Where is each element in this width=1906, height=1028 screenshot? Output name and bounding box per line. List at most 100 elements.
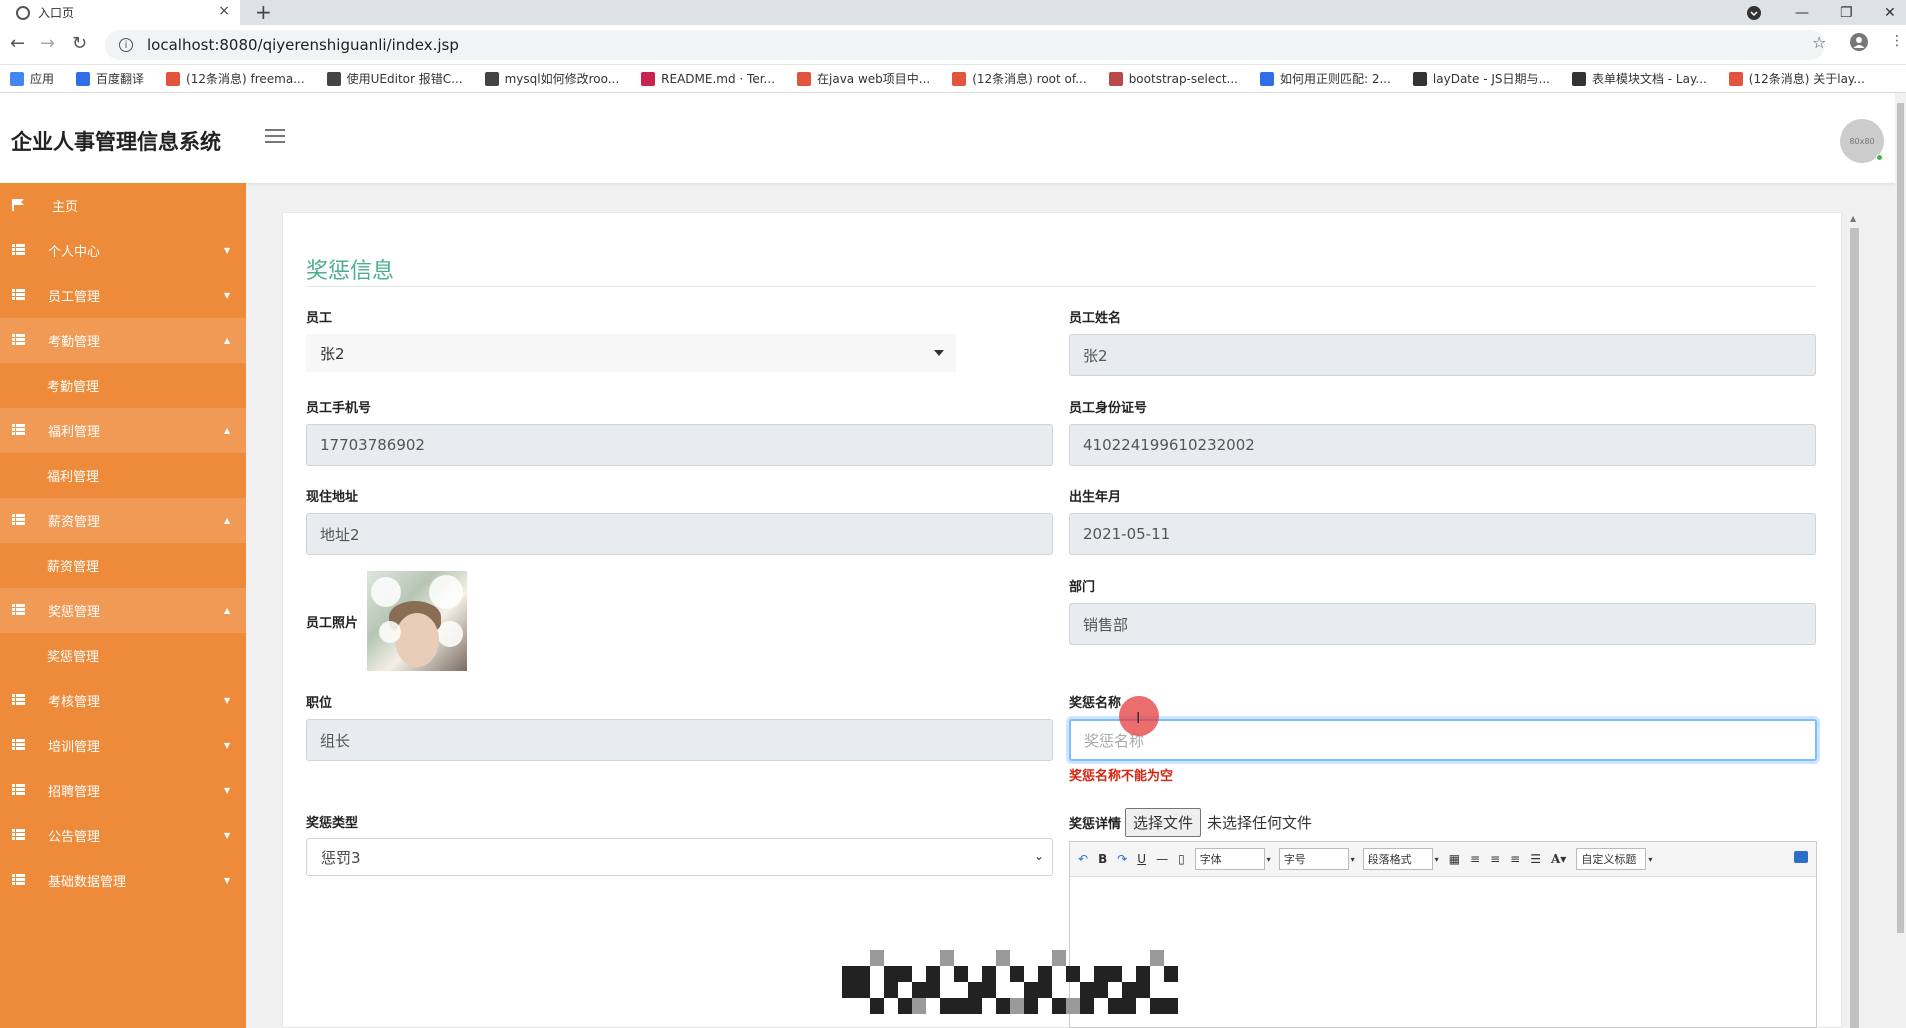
window-scroll-thumb[interactable] (1897, 103, 1904, 933)
phone-field[interactable]: 17703786902 (306, 424, 1053, 466)
chevron-down-icon: ⌄ (1033, 849, 1044, 863)
choose-file-button[interactable]: 选择文件 (1125, 808, 1202, 837)
font-size-select[interactable]: 字号 ▾ (1278, 848, 1355, 870)
bookmark-item[interactable]: (12条消息) freema... (166, 70, 305, 87)
fullscreen-icon[interactable] (1794, 851, 1808, 863)
bookmark-item[interactable]: (12条消息) 关于lay... (1728, 70, 1865, 87)
restore-button[interactable]: ❐ (1840, 0, 1853, 25)
bold-button[interactable]: B (1098, 852, 1107, 866)
bookmark-item[interactable]: 使用UEditor 报错C... (326, 70, 463, 87)
close-window-button[interactable]: ✕ (1884, 0, 1896, 25)
minimize-button[interactable]: — (1795, 0, 1809, 25)
align-left-icon[interactable]: ≡ (1470, 852, 1480, 866)
sidebar-item-label: 薪资管理 (48, 515, 101, 530)
browser-tab[interactable]: 入口页 × (0, 0, 240, 25)
sidebar-item[interactable]: 主页 (0, 183, 246, 228)
underline-button[interactable]: U (1137, 852, 1146, 866)
sidebar-item[interactable]: 个人中心 ▼ (0, 228, 246, 273)
bookmark-item[interactable]: 在java web项目中... (797, 70, 930, 87)
sidebar-item[interactable]: 考核管理 ▼ (0, 678, 246, 723)
grid-icon (12, 514, 25, 525)
reload-icon[interactable]: ↻ (72, 33, 87, 54)
font-family-select[interactable]: 字体 ▾ (1194, 848, 1271, 870)
sidebar-item[interactable]: 员工管理 ▼ (0, 273, 246, 318)
sidebar-subitem[interactable]: 福利管理 (0, 453, 246, 498)
sidebar-item[interactable]: 招聘管理 ▼ (0, 768, 246, 813)
sidebar-subitem[interactable]: 奖惩管理 (0, 633, 246, 678)
window-scrollbar[interactable] (1895, 93, 1906, 1028)
grid-icon (12, 874, 25, 885)
bookmark-item[interactable]: 如何用正则匹配: 2... (1259, 70, 1391, 87)
sidebar-item[interactable]: 公告管理 ▼ (0, 813, 246, 858)
new-doc-icon[interactable]: ▯ (1178, 852, 1185, 866)
avatar[interactable]: 80x80 (1840, 119, 1884, 163)
address-field[interactable]: 地址2 (306, 513, 1053, 555)
bookmark-item[interactable]: (12条消息) root of... (952, 70, 1087, 87)
new-tab-button[interactable]: + (255, 0, 272, 24)
grid-icon (12, 694, 25, 705)
site-info-icon[interactable]: i (119, 38, 133, 52)
employee-name-field[interactable]: 张2 (1069, 334, 1816, 376)
redo-icon[interactable]: ↷ (1117, 852, 1127, 866)
horizontal-rule-button[interactable]: — (1156, 852, 1168, 866)
reward-type-select[interactable]: 惩罚3 ⌄ (306, 838, 1053, 876)
sidebar-item-label: 福利管理 (48, 425, 101, 440)
tab-search-icon[interactable] (1747, 0, 1761, 25)
employee-select[interactable]: 张2 (306, 334, 956, 372)
reward-name-input[interactable]: 奖惩名称 (1069, 719, 1817, 761)
font-color-button[interactable]: A ▾ (1551, 852, 1566, 866)
custom-title-select[interactable]: 自定义标题 ▾ (1576, 848, 1652, 870)
sidebar-subitem[interactable]: 考勤管理 (0, 363, 246, 408)
forward-arrow-icon[interactable]: → (40, 33, 55, 54)
content-scrollbar[interactable]: ▲ (1847, 212, 1861, 1028)
bookmark-star-icon[interactable]: ☆ (1812, 33, 1826, 52)
grid-icon (12, 784, 25, 795)
sidebar-item[interactable]: 考勤管理 ▲ (0, 318, 246, 363)
chevron-up-icon: ▲ (224, 426, 231, 435)
scroll-up-icon[interactable]: ▲ (1850, 214, 1856, 223)
sidebar-item[interactable]: 培训管理 ▼ (0, 723, 246, 768)
back-arrow-icon[interactable]: ← (10, 33, 25, 54)
tab-close-icon[interactable]: × (218, 3, 230, 19)
employee-label: 员工 (306, 311, 333, 326)
undo-icon[interactable]: ↶ (1078, 852, 1088, 866)
sidebar-subitem[interactable]: 薪资管理 (0, 543, 246, 588)
align-right-icon[interactable]: ≡ (1510, 852, 1520, 866)
dept-label: 部门 (1069, 580, 1096, 595)
dept-field[interactable]: 销售部 (1069, 603, 1816, 645)
url-field[interactable]: i localhost:8080/qiyerenshiguanli/index.… (105, 30, 1825, 60)
grid-icon (12, 739, 25, 750)
sidebar-item-label: 培训管理 (48, 740, 101, 755)
bookmark-item[interactable]: README.md · Ter... (641, 71, 775, 86)
justify-icon[interactable]: ☰ (1530, 852, 1541, 866)
idcard-field[interactable]: 410224199610232002 (1069, 424, 1816, 466)
online-status-icon (1876, 154, 1883, 161)
sidebar-item[interactable]: 奖惩管理 ▲ (0, 588, 246, 633)
text-cursor-icon: I (1136, 709, 1141, 727)
sidebar-item[interactable]: 福利管理 ▲ (0, 408, 246, 453)
browser-menu-icon[interactable]: ⋮ (1890, 33, 1904, 49)
position-field[interactable]: 组长 (306, 719, 1053, 761)
scroll-thumb[interactable] (1850, 228, 1859, 1028)
sidebar-item-label: 主页 (52, 200, 79, 215)
sidebar-item[interactable]: 薪资管理 ▲ (0, 498, 246, 543)
chevron-down-icon: ▼ (224, 291, 231, 300)
bookmark-item[interactable]: 表单模块文档 - Lay... (1571, 70, 1707, 87)
paragraph-select[interactable]: 段落格式 ▾ (1362, 848, 1439, 870)
menu-toggle-icon[interactable] (265, 129, 285, 145)
sidebar-item[interactable]: 基础数据管理 ▼ (0, 858, 246, 903)
bookmark-item[interactable]: layDate - JS日期与... (1412, 70, 1550, 87)
sidebar: 主页 个人中心 ▼ 员工管理 ▼ 考勤管理 ▲ 考勤管理 福利管理 ▲ 福利管理 薪资管理 ▲ 薪资管理奖… (0, 183, 246, 1028)
bookmark-label: 表单模块文档 - Lay... (1591, 72, 1707, 86)
chevron-down-icon: ▼ (224, 831, 231, 840)
bookmark-item[interactable]: 百度翻译 (76, 70, 144, 87)
profile-icon[interactable] (1850, 33, 1868, 56)
bookmark-item[interactable]: bootstrap-select... (1108, 71, 1238, 86)
table-icon[interactable]: ▦ (1449, 852, 1460, 866)
align-center-icon[interactable]: ≡ (1490, 852, 1500, 866)
chevron-down-icon: ▼ (224, 696, 231, 705)
bookmark-item[interactable]: mysql如何修改roo... (484, 70, 619, 87)
bookmark-item[interactable]: 应用 (10, 70, 54, 87)
bookmark-favicon-icon (76, 71, 91, 86)
birth-field[interactable]: 2021-05-11 (1069, 513, 1816, 555)
